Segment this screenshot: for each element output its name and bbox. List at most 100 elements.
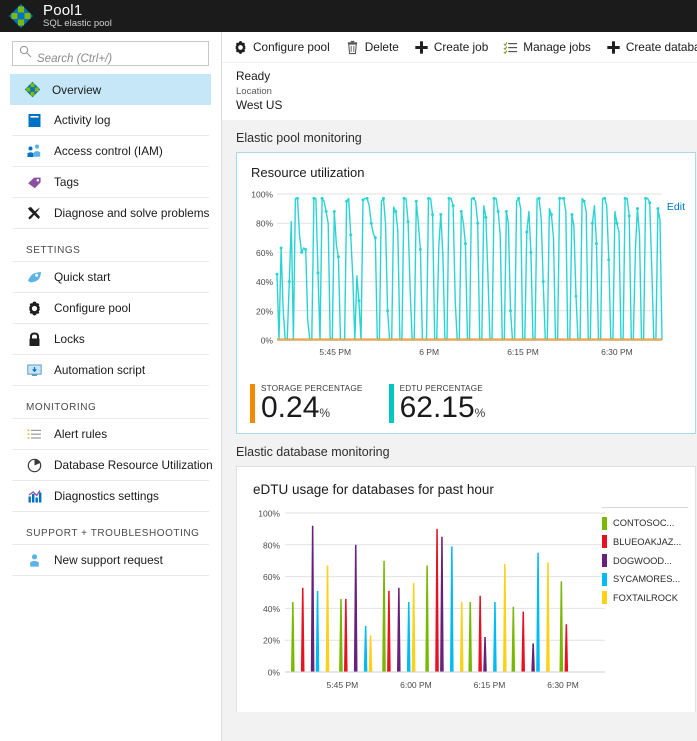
- legend-item[interactable]: CONTOSOC...: [602, 514, 688, 533]
- sidebar-item-locks[interactable]: Locks: [12, 324, 209, 355]
- legend-item[interactable]: DOGWOOD...: [602, 551, 688, 570]
- metric-value-row: 0.24%: [261, 393, 363, 423]
- sidebar-item-activity-log[interactable]: Activity log: [12, 105, 209, 136]
- metric-tiles: STORAGE PERCENTAGE 0.24% EDTU PERCENTAGE…: [237, 380, 695, 433]
- delete-button[interactable]: Delete: [345, 40, 399, 55]
- svg-text:6:15 PM: 6:15 PM: [474, 680, 506, 690]
- access-control-icon: [26, 143, 43, 160]
- sidebar-item-access-control[interactable]: Access control (IAM): [12, 136, 209, 167]
- status-state: Ready: [236, 69, 271, 83]
- sidebar-item-label: Diagnostics settings: [54, 489, 159, 503]
- sidebar-item-diagnose[interactable]: Diagnose and solve problems: [12, 198, 209, 229]
- sidebar-item-label: Access control (IAM): [54, 144, 163, 158]
- sidebar-item-new-support-request[interactable]: New support request: [12, 545, 209, 576]
- location-label: Location: [236, 86, 272, 97]
- search-input[interactable]: Search (Ctrl+/): [12, 41, 209, 66]
- sidebar-item-label: Configure pool: [54, 301, 131, 315]
- sidebar-item-automation-script[interactable]: Automation script: [12, 355, 209, 386]
- automation-script-icon: [26, 362, 43, 379]
- metric-color-bar: [388, 384, 394, 424]
- sidebar-item-label: Database Resource Utilization: [54, 458, 213, 472]
- rocket-icon: [26, 269, 43, 286]
- edtu-usage-title: eDTU usage for databases for past hour: [253, 482, 494, 498]
- plus-icon: [606, 40, 621, 55]
- legend-item[interactable]: SYCAMORES...: [602, 570, 688, 589]
- gear-icon: [233, 40, 248, 55]
- svg-text:6 PM: 6 PM: [419, 347, 439, 357]
- metric-unit: %: [319, 406, 331, 421]
- svg-text:100%: 100%: [251, 190, 273, 200]
- sidebar-group-support: SUPPORT + TROUBLESHOOTING: [12, 512, 209, 545]
- toolbar-button-label: Create job: [433, 40, 489, 54]
- chart-legend: CONTOSOC... BLUEOAKJAZ... DOGWOOD... SYC…: [602, 507, 688, 607]
- configure-pool-button[interactable]: Configure pool: [233, 40, 330, 55]
- azure-portal-blade: Pool1 SQL elastic pool Search (Ctrl+/) O…: [0, 0, 697, 741]
- svg-text:20%: 20%: [256, 306, 273, 316]
- svg-text:20%: 20%: [263, 636, 280, 646]
- legend-swatch: [602, 516, 607, 530]
- sidebar-item-alert-rules[interactable]: Alert rules: [12, 419, 209, 450]
- sidebar-item-label: Automation script: [54, 363, 146, 377]
- legend-swatch: [602, 591, 607, 605]
- sidebar-item-label: Activity log: [54, 113, 111, 127]
- status-summary: Ready Location West US: [222, 62, 697, 120]
- svg-text:0%: 0%: [261, 336, 274, 346]
- sidebar-group-settings: SETTINGS: [12, 229, 209, 262]
- legend-swatch: [602, 572, 607, 586]
- sql-elastic-pool-icon: [8, 3, 34, 29]
- section-title-pool-monitoring: Elastic pool monitoring: [236, 131, 362, 145]
- legend-swatch: [602, 554, 607, 567]
- edtu-usage-tile[interactable]: eDTU usage for databases for past hour 0…: [236, 466, 696, 713]
- svg-text:5:45 PM: 5:45 PM: [327, 680, 359, 690]
- metric-unit: %: [474, 406, 486, 421]
- toolbar-button-label: Delete: [364, 40, 399, 54]
- alert-rules-icon: [26, 426, 43, 443]
- metric-edtu-percentage: EDTU PERCENTAGE 62.15%: [388, 384, 486, 424]
- sidebar-item-configure-pool[interactable]: Configure pool: [12, 293, 209, 324]
- sidebar-item-database-resource-utilization[interactable]: Database Resource Utilization: [12, 450, 213, 481]
- sidebar-item-label: Quick start: [54, 270, 111, 284]
- svg-text:80%: 80%: [256, 219, 273, 229]
- create-database-button[interactable]: Create database: [606, 40, 697, 55]
- metric-color-bar: [250, 384, 255, 424]
- sidebar-item-quick-start[interactable]: Quick start: [12, 262, 209, 293]
- legend-label: CONTOSOC...: [613, 518, 675, 529]
- svg-text:6:30 PM: 6:30 PM: [547, 680, 579, 690]
- legend-item[interactable]: FOXTAILROCK: [602, 588, 688, 607]
- legend-swatch: [602, 535, 607, 549]
- activity-log-icon: [26, 112, 43, 129]
- support-request-icon: [26, 552, 43, 569]
- pie-chart-icon: [26, 457, 43, 474]
- metric-storage-percentage: STORAGE PERCENTAGE 0.24%: [250, 384, 363, 424]
- edtu-usage-chart: 0% 20% 40% 60% 80% 100% 5:45 PM 6:00 PM 6:15 PM 6…: [237, 497, 695, 712]
- resource-utilization-chart: 0% 20% 40% 60% 80% 100% 5:45 PM 6 PM 6:15 PM 6:30…: [237, 180, 695, 380]
- legend-item[interactable]: BLUEOAKJAZ...: [602, 533, 688, 552]
- legend-label: FOXTAILROCK: [613, 592, 678, 603]
- overview-icon: [24, 81, 41, 98]
- svg-text:6:30 PM: 6:30 PM: [601, 347, 633, 357]
- lock-icon: [26, 331, 43, 348]
- svg-text:40%: 40%: [263, 604, 280, 614]
- svg-text:6:00 PM: 6:00 PM: [400, 680, 432, 690]
- sidebar-item-label: Diagnose and solve problems: [54, 206, 210, 220]
- svg-text:80%: 80%: [263, 540, 280, 550]
- plus-icon: [414, 40, 429, 55]
- search-icon: [19, 45, 32, 63]
- metric-value-row: 62.15%: [400, 393, 486, 423]
- create-job-button[interactable]: Create job: [414, 40, 488, 55]
- sidebar-item-diagnostics-settings[interactable]: Diagnostics settings: [12, 481, 209, 512]
- bar-chart-icon: [26, 488, 43, 505]
- legend-divider: [602, 507, 688, 509]
- svg-text:0%: 0%: [268, 668, 281, 678]
- resource-utilization-tile[interactable]: Resource utilization Edit 0% 20% 40% 60% 80%…: [236, 152, 696, 435]
- sidebar-item-tags[interactable]: Tags: [12, 167, 209, 198]
- section-title-database-monitoring: Elastic database monitoring: [236, 445, 390, 460]
- sidebar-item-overview[interactable]: Overview: [10, 74, 211, 105]
- gear-icon: [26, 300, 43, 317]
- sidebar-item-label: Tags: [54, 175, 79, 189]
- sidebar-nav: Overview Activity log Access control (IA…: [0, 70, 221, 576]
- manage-jobs-button[interactable]: Manage jobs: [503, 40, 591, 55]
- svg-text:40%: 40%: [256, 277, 273, 287]
- trash-icon: [345, 40, 360, 55]
- sidebar-item-label: Alert rules: [54, 427, 108, 441]
